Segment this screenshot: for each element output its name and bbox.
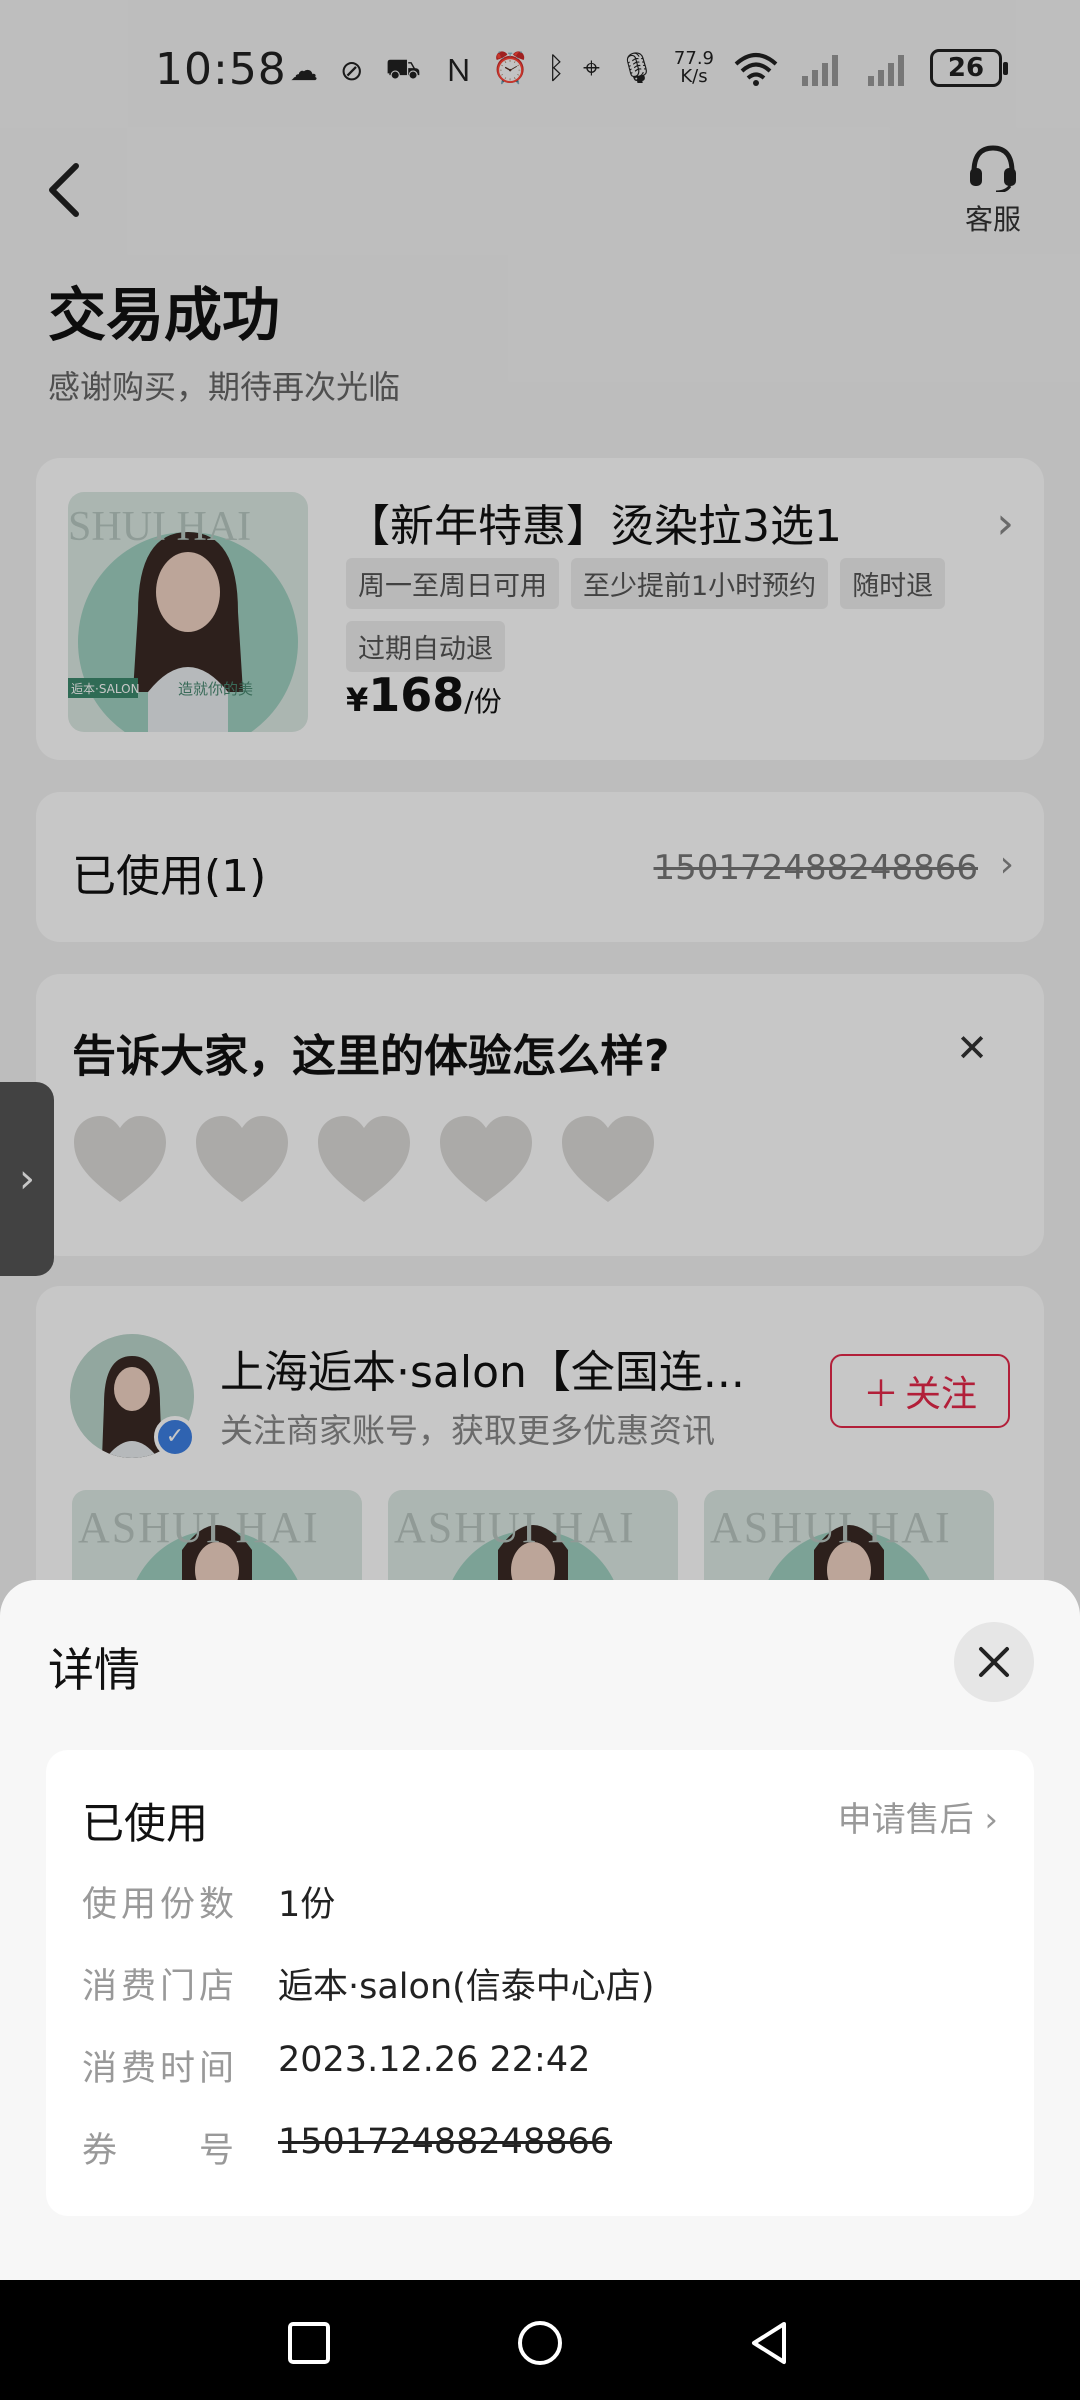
detail-value: 1份 bbox=[278, 1885, 336, 1925]
detail-row-coupon: 券 号 150172488248866 bbox=[82, 2122, 612, 2173]
system-nav-bar bbox=[0, 2280, 1080, 2400]
close-icon bbox=[979, 1647, 1009, 1677]
after-sale-link[interactable]: 申请售后 › bbox=[838, 1792, 998, 1841]
detail-card: 已使用 申请售后 › 使用份数 1份 消费门店 逅本·salon(信泰中心店) … bbox=[46, 1750, 1034, 2216]
after-sale-label: 申请售后 bbox=[837, 1800, 974, 1840]
details-sheet: 详情 已使用 申请售后 › 使用份数 1份 消费门店 逅本·salon(信泰中心… bbox=[0, 1580, 1080, 2280]
detail-key: 消费门店 bbox=[82, 1967, 239, 2007]
detail-key: 券 号 bbox=[82, 2131, 239, 2171]
detail-value: 逅本·salon(信泰中心店) bbox=[278, 1967, 655, 2007]
detail-value: 2023.12.26 22:42 bbox=[278, 2040, 591, 2080]
detail-key: 消费时间 bbox=[82, 2049, 239, 2089]
recents-icon[interactable] bbox=[284, 2318, 334, 2368]
detail-value: 150172488248866 bbox=[278, 2122, 613, 2162]
close-button[interactable] bbox=[954, 1622, 1034, 1702]
detail-row-time: 消费时间 2023.12.26 22:42 bbox=[82, 2040, 590, 2091]
back-nav-icon[interactable] bbox=[744, 2318, 794, 2368]
detail-key: 使用份数 bbox=[82, 1885, 239, 1925]
sheet-title: 详情 bbox=[48, 1643, 140, 1697]
detail-row-store: 消费门店 逅本·salon(信泰中心店) bbox=[82, 1958, 654, 2009]
detail-row-quantity: 使用份数 1份 bbox=[82, 1876, 335, 1927]
home-icon[interactable] bbox=[515, 2318, 565, 2368]
detail-status: 已使用 bbox=[82, 1799, 209, 1848]
chevron-right-icon: › bbox=[984, 1800, 998, 1840]
